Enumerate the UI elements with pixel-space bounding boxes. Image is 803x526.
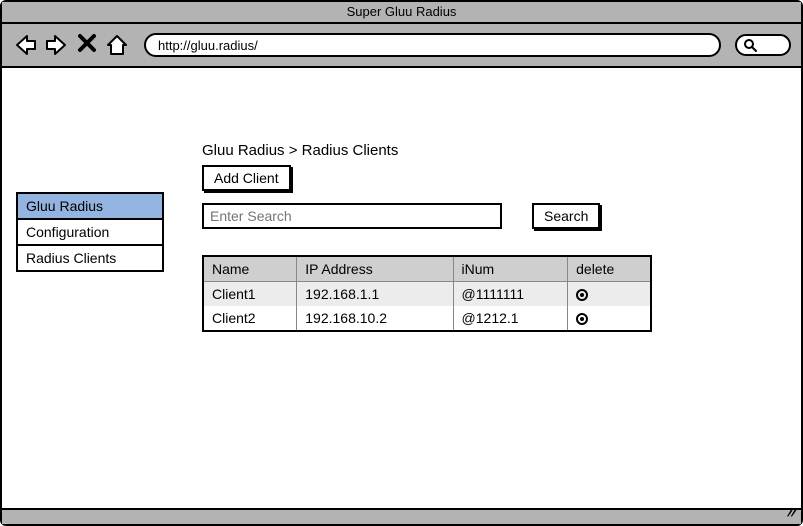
search-icon — [743, 38, 757, 52]
browser-search-pill[interactable] — [735, 34, 791, 56]
page-content: Gluu Radius Configuration Radius Clients… — [2, 70, 801, 506]
sidebar-item-gluu-radius[interactable]: Gluu Radius — [18, 194, 162, 220]
home-icon[interactable] — [104, 32, 130, 58]
col-header-delete: delete — [568, 256, 651, 282]
table-row: Client1 192.168.1.1 @1111111 — [203, 282, 651, 307]
cell-ip: 192.168.1.1 — [297, 282, 453, 307]
cell-delete — [568, 306, 651, 331]
url-input[interactable] — [144, 33, 721, 57]
status-bar: 〃 — [2, 508, 801, 524]
browser-toolbar — [2, 24, 801, 68]
main-panel: Gluu Radius > Radius Clients Add Client … — [202, 142, 662, 332]
window-titlebar: Super Gluu Radius — [2, 2, 801, 24]
table-header-row: Name IP Address iNum delete — [203, 256, 651, 282]
sidebar-item-label: Configuration — [26, 224, 109, 240]
cell-name: Client1 — [203, 282, 297, 307]
cell-inum: @1212.1 — [453, 306, 568, 331]
sidebar-item-label: Radius Clients — [26, 250, 116, 266]
col-header-inum: iNum — [453, 256, 568, 282]
cell-inum: @1111111 — [453, 282, 568, 307]
breadcrumb-text: Gluu Radius > Radius Clients — [202, 142, 398, 159]
search-button[interactable]: Search — [532, 203, 600, 229]
clients-table: Name IP Address iNum delete Client1 192.… — [202, 255, 652, 332]
cell-delete — [568, 282, 651, 307]
sidebar-nav: Gluu Radius Configuration Radius Clients — [16, 192, 164, 272]
breadcrumb: Gluu Radius > Radius Clients — [202, 142, 662, 159]
col-header-name: Name — [203, 256, 297, 282]
sidebar-item-configuration[interactable]: Configuration — [18, 220, 162, 246]
delete-radio-icon[interactable] — [576, 289, 588, 301]
sidebar-item-radius-clients[interactable]: Radius Clients — [18, 246, 162, 270]
delete-radio-icon[interactable] — [576, 313, 588, 325]
add-client-button[interactable]: Add Client — [202, 165, 291, 191]
search-row: Search — [202, 203, 662, 229]
back-icon[interactable] — [12, 32, 38, 58]
col-header-ip: IP Address — [297, 256, 453, 282]
sidebar-item-label: Gluu Radius — [26, 198, 103, 214]
table-row: Client2 192.168.10.2 @1212.1 — [203, 306, 651, 331]
cell-name: Client2 — [203, 306, 297, 331]
forward-icon[interactable] — [44, 32, 70, 58]
stop-icon[interactable] — [76, 32, 98, 58]
browser-window: Super Gluu Radius Gluu Radius Configurat… — [0, 0, 803, 526]
window-title: Super Gluu Radius — [347, 4, 457, 19]
resize-grip-icon[interactable]: 〃 — [784, 503, 797, 522]
search-input[interactable] — [202, 203, 502, 229]
cell-ip: 192.168.10.2 — [297, 306, 453, 331]
